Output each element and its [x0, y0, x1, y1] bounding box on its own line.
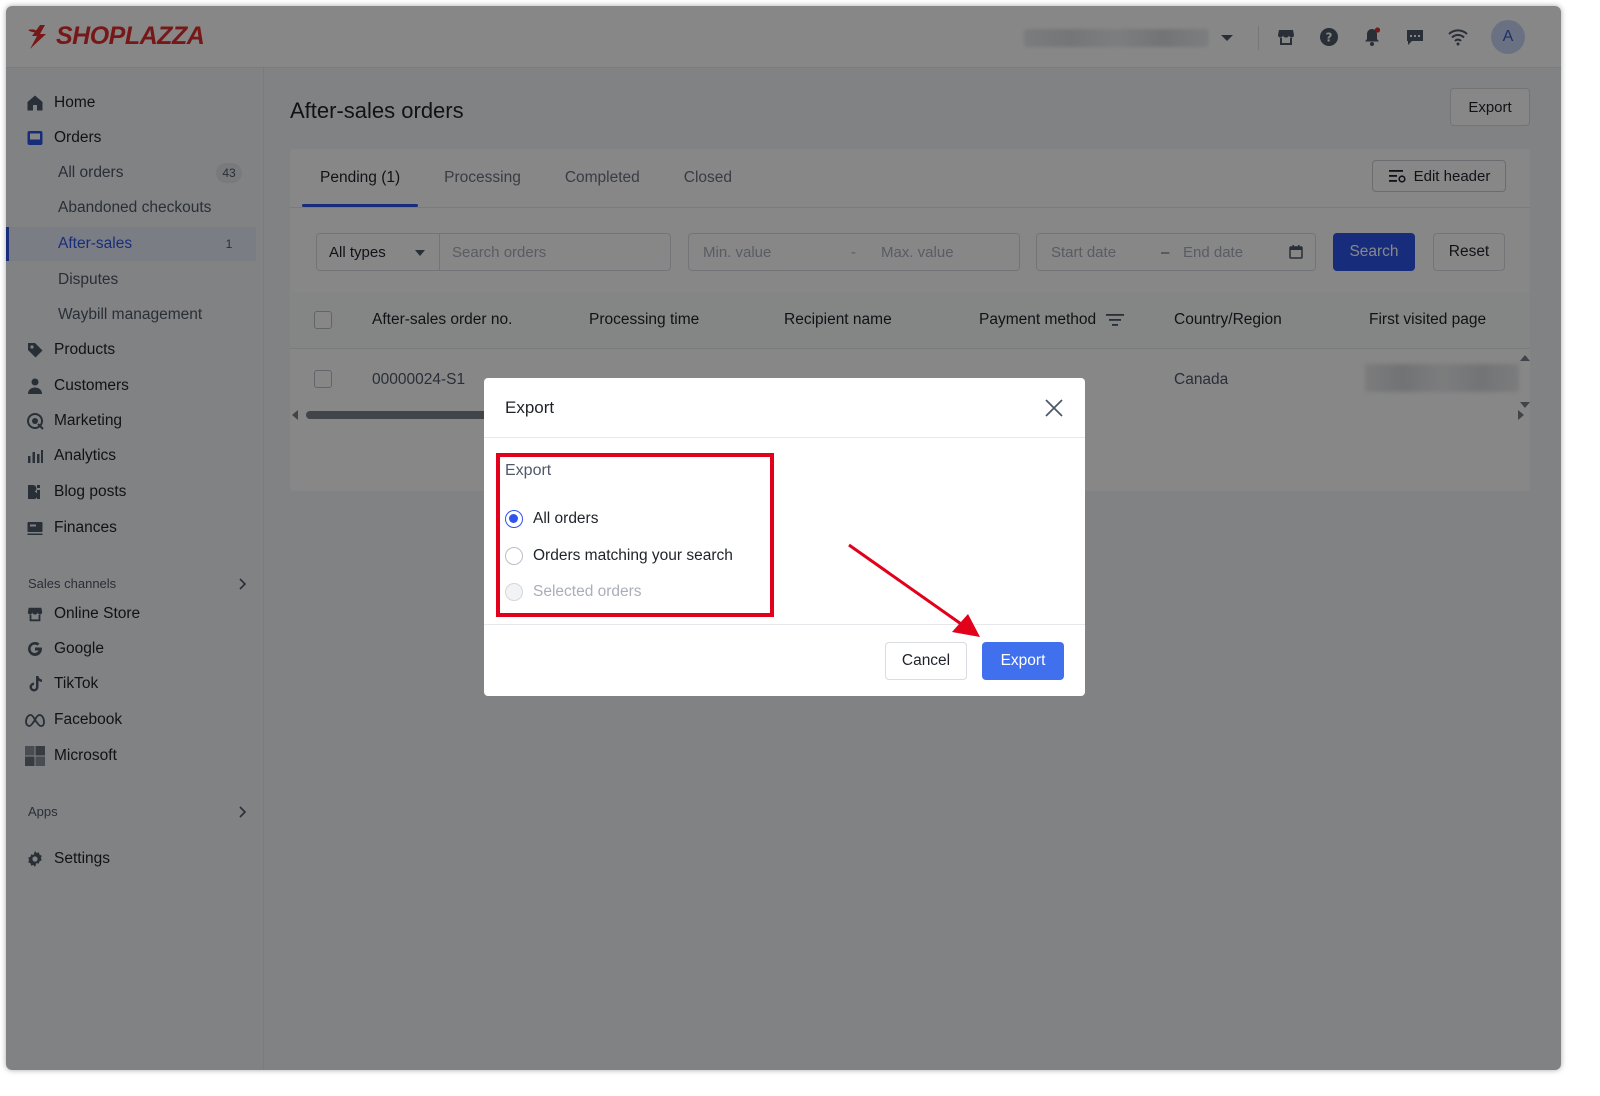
close-icon[interactable] [1042, 396, 1066, 420]
divider [484, 624, 1085, 625]
highlight-annotation-box [496, 453, 774, 617]
dialog-title: Export [505, 398, 555, 417]
divider [484, 437, 1085, 438]
confirm-export-button[interactable]: Export [982, 642, 1064, 680]
export-dialog: Export Export All orders Orders matching… [484, 378, 1085, 696]
cancel-button[interactable]: Cancel [885, 642, 967, 680]
annotation-arrow-icon [848, 543, 980, 637]
app-window: SHOPLAZZA ? A Home Orders All orders 43 … [6, 6, 1561, 1070]
